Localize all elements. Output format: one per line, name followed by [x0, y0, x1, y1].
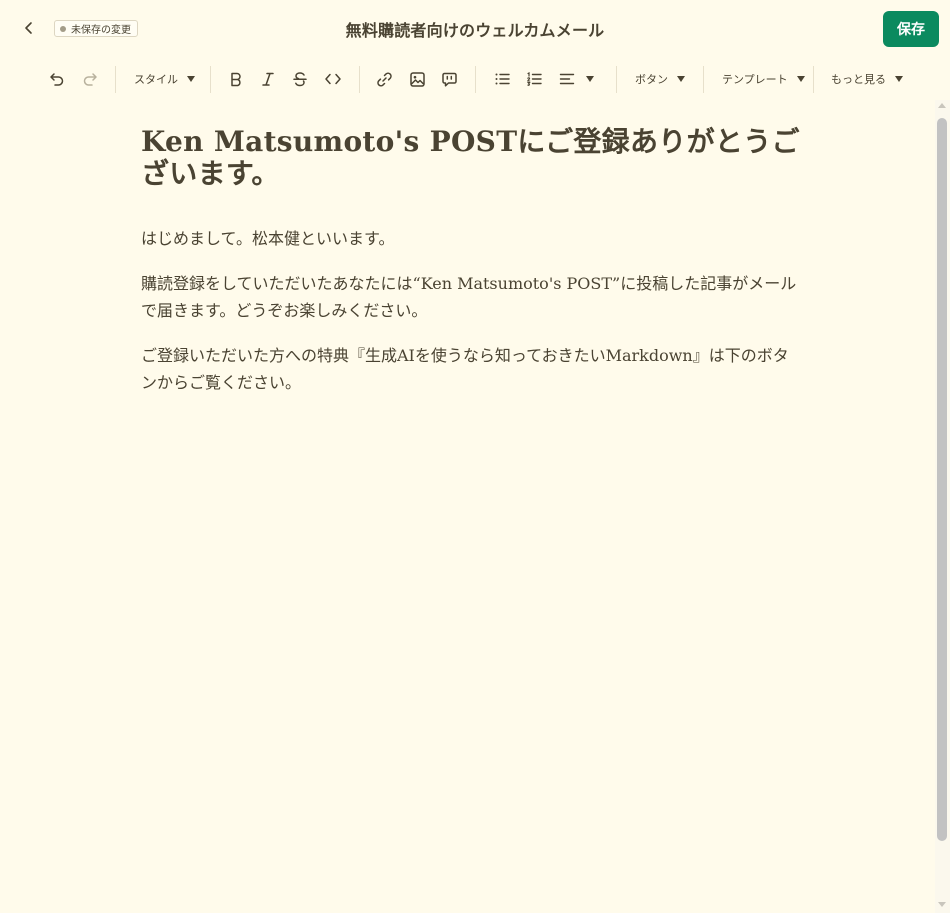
button-dropdown-label: ボタン: [635, 73, 668, 86]
redo-button[interactable]: [80, 62, 100, 96]
style-dropdown[interactable]: スタイル: [134, 62, 195, 96]
strikethrough-icon: [293, 72, 307, 87]
toolbar-divider: [703, 66, 704, 93]
caret-down-icon: [187, 76, 195, 82]
bold-button[interactable]: [226, 62, 246, 96]
align-dropdown[interactable]: [559, 62, 594, 96]
more-dropdown-label: もっと見る: [831, 73, 886, 86]
code-button[interactable]: [322, 62, 344, 96]
image-button[interactable]: [407, 62, 427, 96]
ordered-list-icon: [526, 72, 542, 86]
style-dropdown-label: スタイル: [134, 73, 178, 86]
email-editor-window: 未保存の変更 無料購読者向けのウェルカムメール 保存 スタイル ボタン テンプレ…: [0, 0, 950, 913]
caret-down-icon: [895, 76, 903, 82]
bullet-list-button[interactable]: [492, 62, 512, 96]
body-paragraph[interactable]: ご登録いただいた方への特典『生成AIを使うなら知っておきたいMarkdown』は…: [141, 342, 801, 396]
template-dropdown-label: テンプレート: [722, 73, 788, 86]
scrollbar-thumb[interactable]: [937, 118, 947, 841]
bullet-list-icon: [495, 73, 510, 85]
header-bar: 未保存の変更 無料購読者向けのウェルカムメール 保存: [0, 0, 950, 58]
caret-down-icon: [796, 76, 805, 82]
page-title: 無料購読者向けのウェルカムメール: [345, 21, 605, 40]
image-icon: [409, 71, 425, 87]
caret-down-icon: [677, 76, 685, 82]
toolbar-divider: [359, 66, 360, 93]
link-button[interactable]: [374, 62, 394, 96]
link-icon: [376, 71, 392, 87]
button-dropdown[interactable]: ボタン: [635, 62, 685, 96]
template-dropdown[interactable]: テンプレート: [722, 62, 805, 96]
bold-icon: [231, 72, 241, 87]
more-dropdown[interactable]: もっと見る: [831, 62, 903, 96]
scroll-down-arrow-icon[interactable]: [938, 902, 946, 907]
align-left-icon: [559, 73, 575, 85]
redo-icon: [83, 73, 97, 86]
undo-icon: [50, 73, 64, 86]
body-paragraph[interactable]: 購読登録をしていただいたあなたには“Ken Matsumoto's POST”に…: [141, 270, 801, 324]
toolbar-divider: [115, 66, 116, 93]
ordered-list-button[interactable]: [524, 62, 544, 96]
undo-button[interactable]: [47, 62, 67, 96]
formatting-toolbar: スタイル ボタン テンプレート もっと見る: [0, 62, 950, 96]
italic-icon: [262, 72, 274, 86]
save-button[interactable]: 保存: [883, 11, 939, 47]
scroll-up-arrow-icon[interactable]: [938, 103, 946, 108]
body-paragraph[interactable]: はじめまして。松本健といいます。: [141, 225, 801, 252]
italic-button[interactable]: [258, 62, 278, 96]
toolbar-divider: [475, 66, 476, 93]
strikethrough-button[interactable]: [290, 62, 310, 96]
toolbar-divider: [813, 66, 814, 93]
toolbar-divider: [210, 66, 211, 93]
caret-down-icon: [586, 76, 594, 82]
email-body-editor[interactable]: Ken Matsumoto's POSTにご登録ありがとうございます。 はじめま…: [141, 126, 801, 396]
toolbar-divider: [616, 66, 617, 93]
quote-button[interactable]: [439, 62, 459, 96]
code-icon: [325, 73, 341, 85]
email-title[interactable]: Ken Matsumoto's POSTにご登録ありがとうございます。: [141, 126, 801, 190]
quote-icon: [441, 72, 457, 87]
